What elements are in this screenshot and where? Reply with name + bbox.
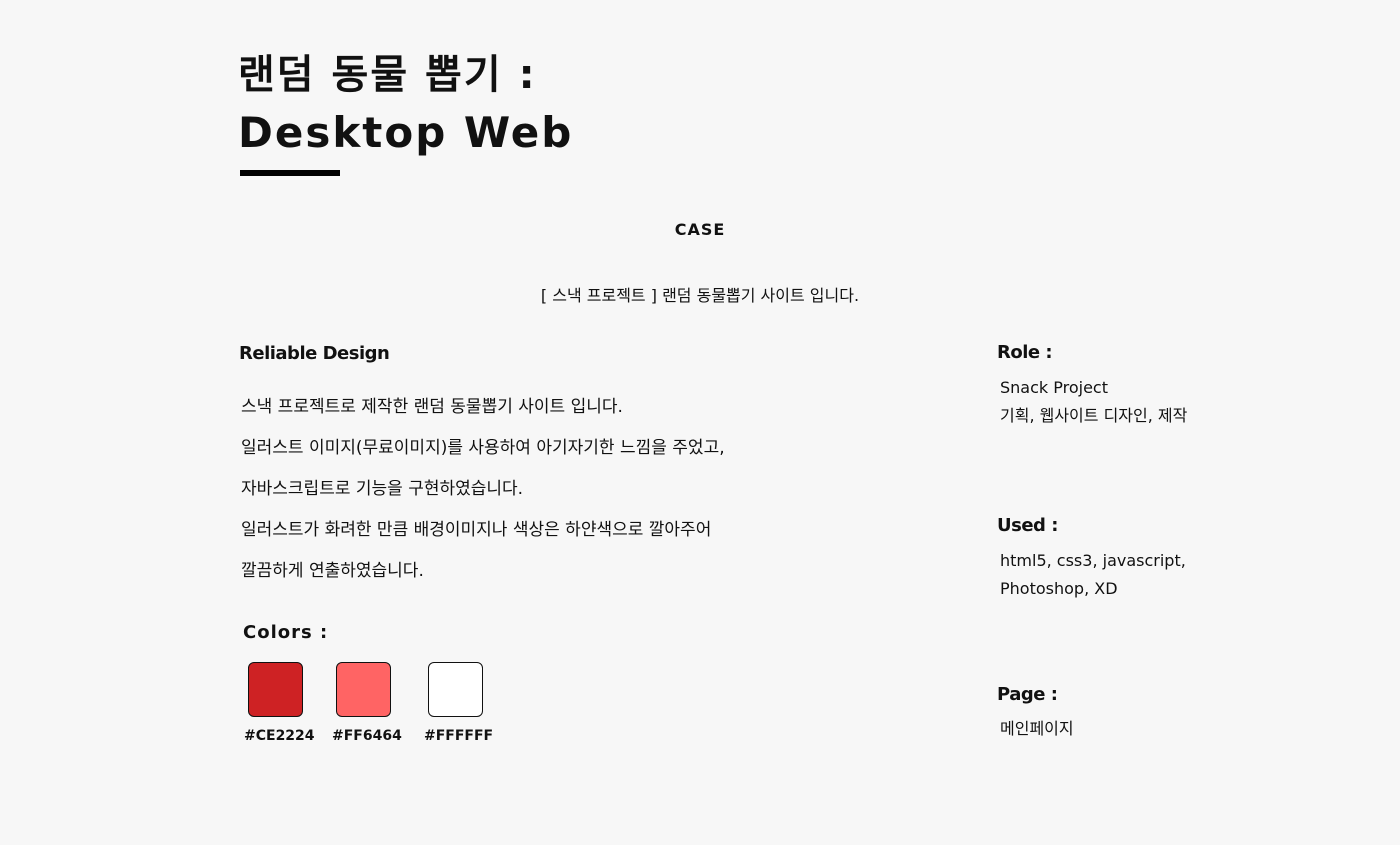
- color-swatch-red: [248, 662, 303, 717]
- title-line-2: Desktop Web: [238, 108, 574, 157]
- used-heading: Used :: [997, 515, 1058, 536]
- title-line-1: 랜덤 동물 뽑기 :: [238, 52, 537, 98]
- page-details: 메인페이지: [1000, 715, 1074, 743]
- color-swatch-white: [428, 662, 483, 717]
- used-details: html5, css3, javascript, Photoshop, XD: [1000, 547, 1186, 603]
- case-label: CASE: [674, 220, 726, 239]
- role-heading: Role :: [997, 342, 1053, 363]
- description-line: 깔끔하게 연출하였습니다.: [241, 561, 424, 581]
- colors-heading: Colors :: [243, 622, 329, 643]
- title-underline: [240, 170, 340, 176]
- role-line: 기획, 웹사이트 디자인, 제작: [1000, 406, 1188, 425]
- used-line: html5, css3, javascript,: [1000, 551, 1186, 570]
- color-code: #FFFFFF: [424, 728, 494, 744]
- page-heading: Page :: [997, 684, 1058, 705]
- subtitle: [ 스낵 프로젝트 ] 랜덤 동물뽑기 사이트 입니다.: [540, 286, 860, 305]
- description-line: 스낵 프로젝트로 제작한 랜덤 동물뽑기 사이트 입니다.: [241, 397, 623, 417]
- description: 스낵 프로젝트로 제작한 랜덤 동물뽑기 사이트 입니다. 일러스트 이미지(무…: [241, 392, 725, 597]
- design-heading: Reliable Design: [239, 343, 390, 364]
- role-line: Snack Project: [1000, 378, 1108, 397]
- color-code: #FF6464: [332, 728, 402, 744]
- page-line: 메인페이지: [1000, 719, 1074, 738]
- color-code: #CE2224: [244, 728, 315, 744]
- description-line: 일러스트 이미지(무료이미지)를 사용하여 아기자기한 느낌을 주었고,: [241, 438, 725, 458]
- description-line: 자바스크립트로 기능을 구현하였습니다.: [241, 479, 524, 499]
- description-line: 일러스트가 화려한 만큼 배경이미지나 색상은 하얀색으로 깔아주어: [241, 520, 712, 540]
- used-line: Photoshop, XD: [1000, 579, 1118, 598]
- role-details: Snack Project 기획, 웹사이트 디자인, 제작: [1000, 374, 1187, 430]
- color-swatch-coral: [336, 662, 391, 717]
